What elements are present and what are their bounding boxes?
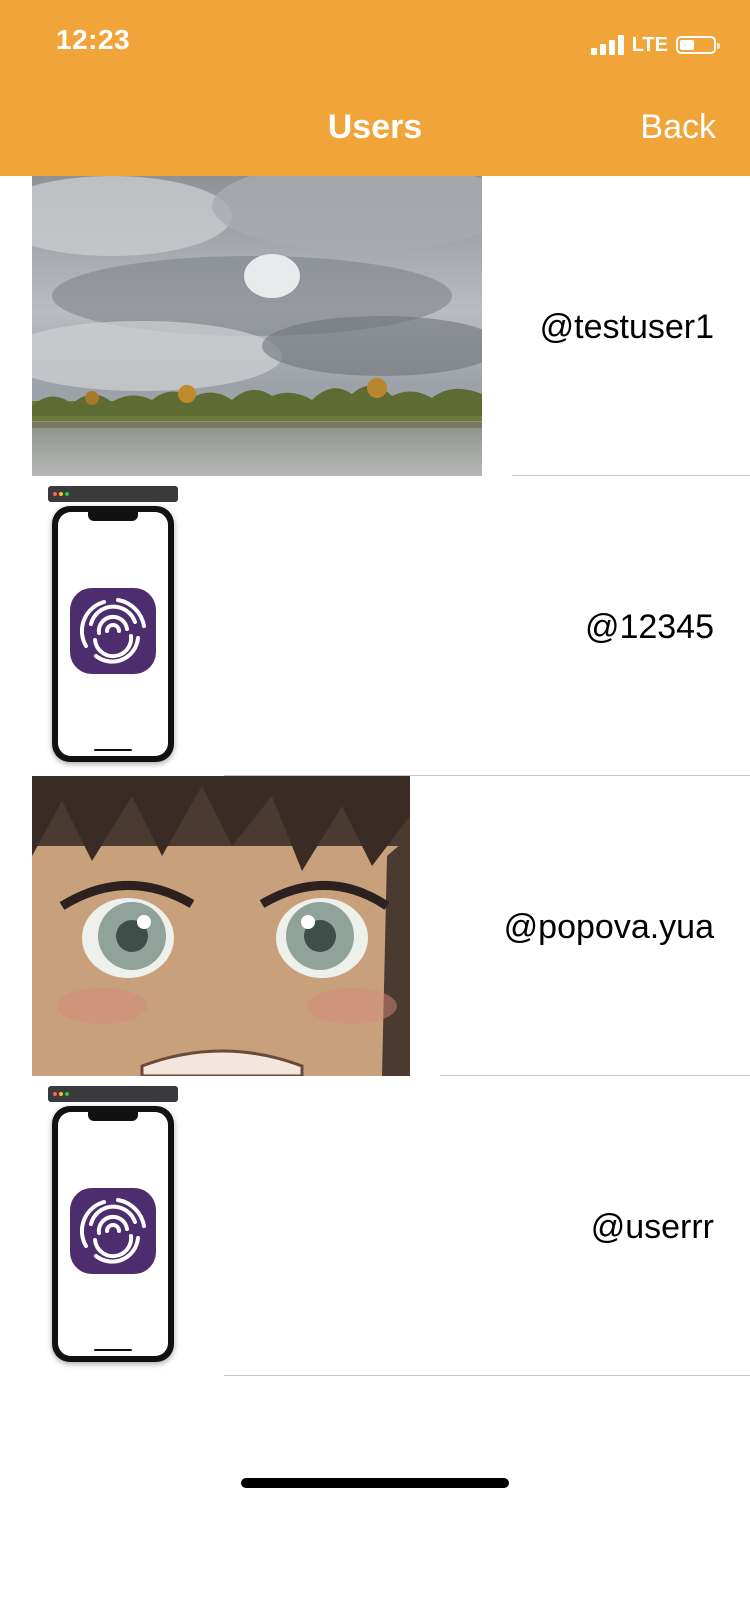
fingerprint-app-icon [70, 1188, 156, 1274]
status-time: 12:23 [56, 24, 131, 55]
user-handle: @testuser1 [539, 308, 714, 346]
window-toolbar [48, 1086, 178, 1102]
user-row[interactable]: @12345 [0, 476, 750, 776]
window-toolbar [48, 486, 178, 502]
home-indicator[interactable] [241, 1478, 509, 1488]
user-row[interactable]: @popova.yua [0, 776, 750, 1076]
user-avatar-image [48, 486, 178, 766]
navigation-bar: 12:23 LTE Users Back [0, 0, 750, 176]
user-row[interactable]: @userrr [0, 1076, 750, 1376]
user-avatar-image [32, 176, 482, 476]
signal-icon [590, 35, 624, 55]
user-handle: @12345 [584, 608, 714, 646]
battery-icon [676, 36, 720, 54]
page-title: Users [327, 108, 423, 146]
status-indicators: LTE [590, 32, 720, 58]
back-button[interactable]: Back [640, 108, 716, 147]
network-type: LTE [631, 33, 668, 56]
user-list: @testuser1 @12345 @popova.yua @userrr [0, 176, 750, 1376]
row-separator [224, 1375, 750, 1376]
user-handle: @popova.yua [503, 908, 714, 946]
user-avatar-image [32, 776, 410, 1076]
user-row[interactable]: @testuser1 [0, 176, 750, 476]
fingerprint-app-icon [70, 588, 156, 674]
user-avatar-image [48, 1086, 178, 1366]
user-handle: @userrr [590, 1208, 714, 1246]
